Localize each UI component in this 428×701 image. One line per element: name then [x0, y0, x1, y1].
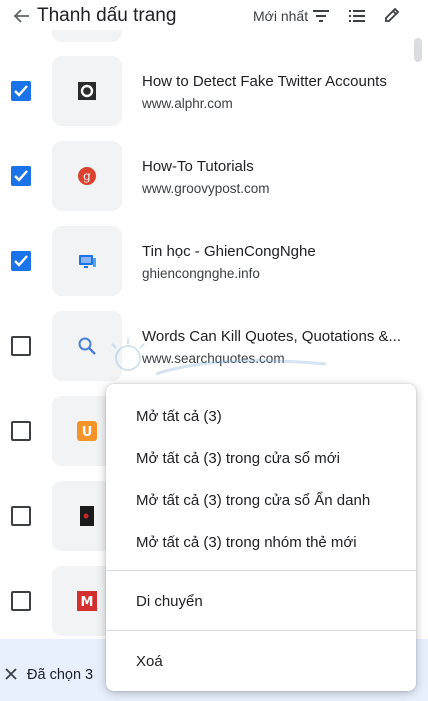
- search-icon: [78, 337, 96, 355]
- u-icon: U: [77, 421, 97, 441]
- m-icon: M: [77, 591, 97, 611]
- dark-icon: [80, 506, 94, 526]
- bookmark-url: ghiencongnghe.info: [142, 266, 260, 281]
- menu-divider: [106, 570, 416, 571]
- page-title: Thanh dấu trang: [37, 5, 177, 26]
- row-checkbox[interactable]: [11, 336, 31, 356]
- bookmark-title: How-To Tutorials: [142, 158, 254, 175]
- bookmark-row[interactable]: How to Detect Fake Twitter Accounts www.…: [0, 48, 428, 133]
- row-checkbox[interactable]: [11, 506, 31, 526]
- menu-divider: [106, 630, 416, 631]
- row-checkbox[interactable]: [11, 421, 31, 441]
- check-icon: [14, 255, 28, 267]
- menu-item-move[interactable]: Di chuyển: [136, 593, 203, 610]
- svg-text:M: M: [81, 595, 94, 610]
- bookmark-row[interactable]: Tin học - GhienCongNghe ghiencongnghe.in…: [0, 218, 428, 303]
- bookmark-thumbnail: [52, 56, 122, 126]
- bookmark-thumbnail: g: [52, 141, 122, 211]
- bookmark-thumbnail: [52, 226, 122, 296]
- previous-item-thumb: [52, 30, 122, 42]
- sort-button[interactable]: Mới nhất: [253, 8, 308, 24]
- row-checkbox[interactable]: [11, 251, 31, 271]
- row-checkbox[interactable]: [11, 591, 31, 611]
- close-icon[interactable]: [4, 667, 18, 681]
- groovypost-icon: g: [78, 167, 96, 185]
- watermark-logo: [111, 338, 327, 376]
- bookmark-url: www.alphr.com: [142, 96, 233, 111]
- check-icon: [14, 170, 28, 182]
- sort-filter-icon[interactable]: [312, 8, 330, 24]
- bookmark-row[interactable]: g How-To Tutorials www.groovypost.com: [0, 133, 428, 218]
- svg-text:g: g: [83, 169, 91, 183]
- menu-item-open-all-new-group[interactable]: Mở tất cả (3) trong nhóm thẻ mới: [136, 534, 357, 551]
- alphr-icon: [78, 82, 96, 100]
- list-view-icon[interactable]: [348, 8, 366, 24]
- svg-text:U: U: [82, 425, 93, 440]
- menu-item-open-all-incognito[interactable]: Mở tất cả (3) trong cửa sổ Ẩn danh: [136, 492, 370, 509]
- bookmark-title: How to Detect Fake Twitter Accounts: [142, 73, 387, 90]
- menu-item-open-all-new-window[interactable]: Mở tất cả (3) trong cửa sổ mới: [136, 450, 340, 467]
- bookmark-title: Tin học - GhienCongNghe: [142, 243, 316, 260]
- context-menu: Mở tất cả (3) Mở tất cả (3) trong cửa sổ…: [106, 384, 416, 691]
- menu-item-delete[interactable]: Xoá: [136, 653, 163, 670]
- bookmark-url: www.groovypost.com: [142, 181, 270, 196]
- top-bar: Thanh dấu trang Mới nhất: [0, 0, 428, 34]
- check-icon: [14, 85, 28, 97]
- back-arrow-icon[interactable]: [12, 6, 32, 26]
- selected-count: Đã chọn 3: [27, 667, 94, 683]
- edit-pencil-icon[interactable]: [383, 6, 401, 24]
- row-checkbox[interactable]: [11, 81, 31, 101]
- row-checkbox[interactable]: [11, 166, 31, 186]
- ghiencongnghe-icon: [79, 255, 96, 268]
- menu-item-open-all[interactable]: Mở tất cả (3): [136, 408, 222, 425]
